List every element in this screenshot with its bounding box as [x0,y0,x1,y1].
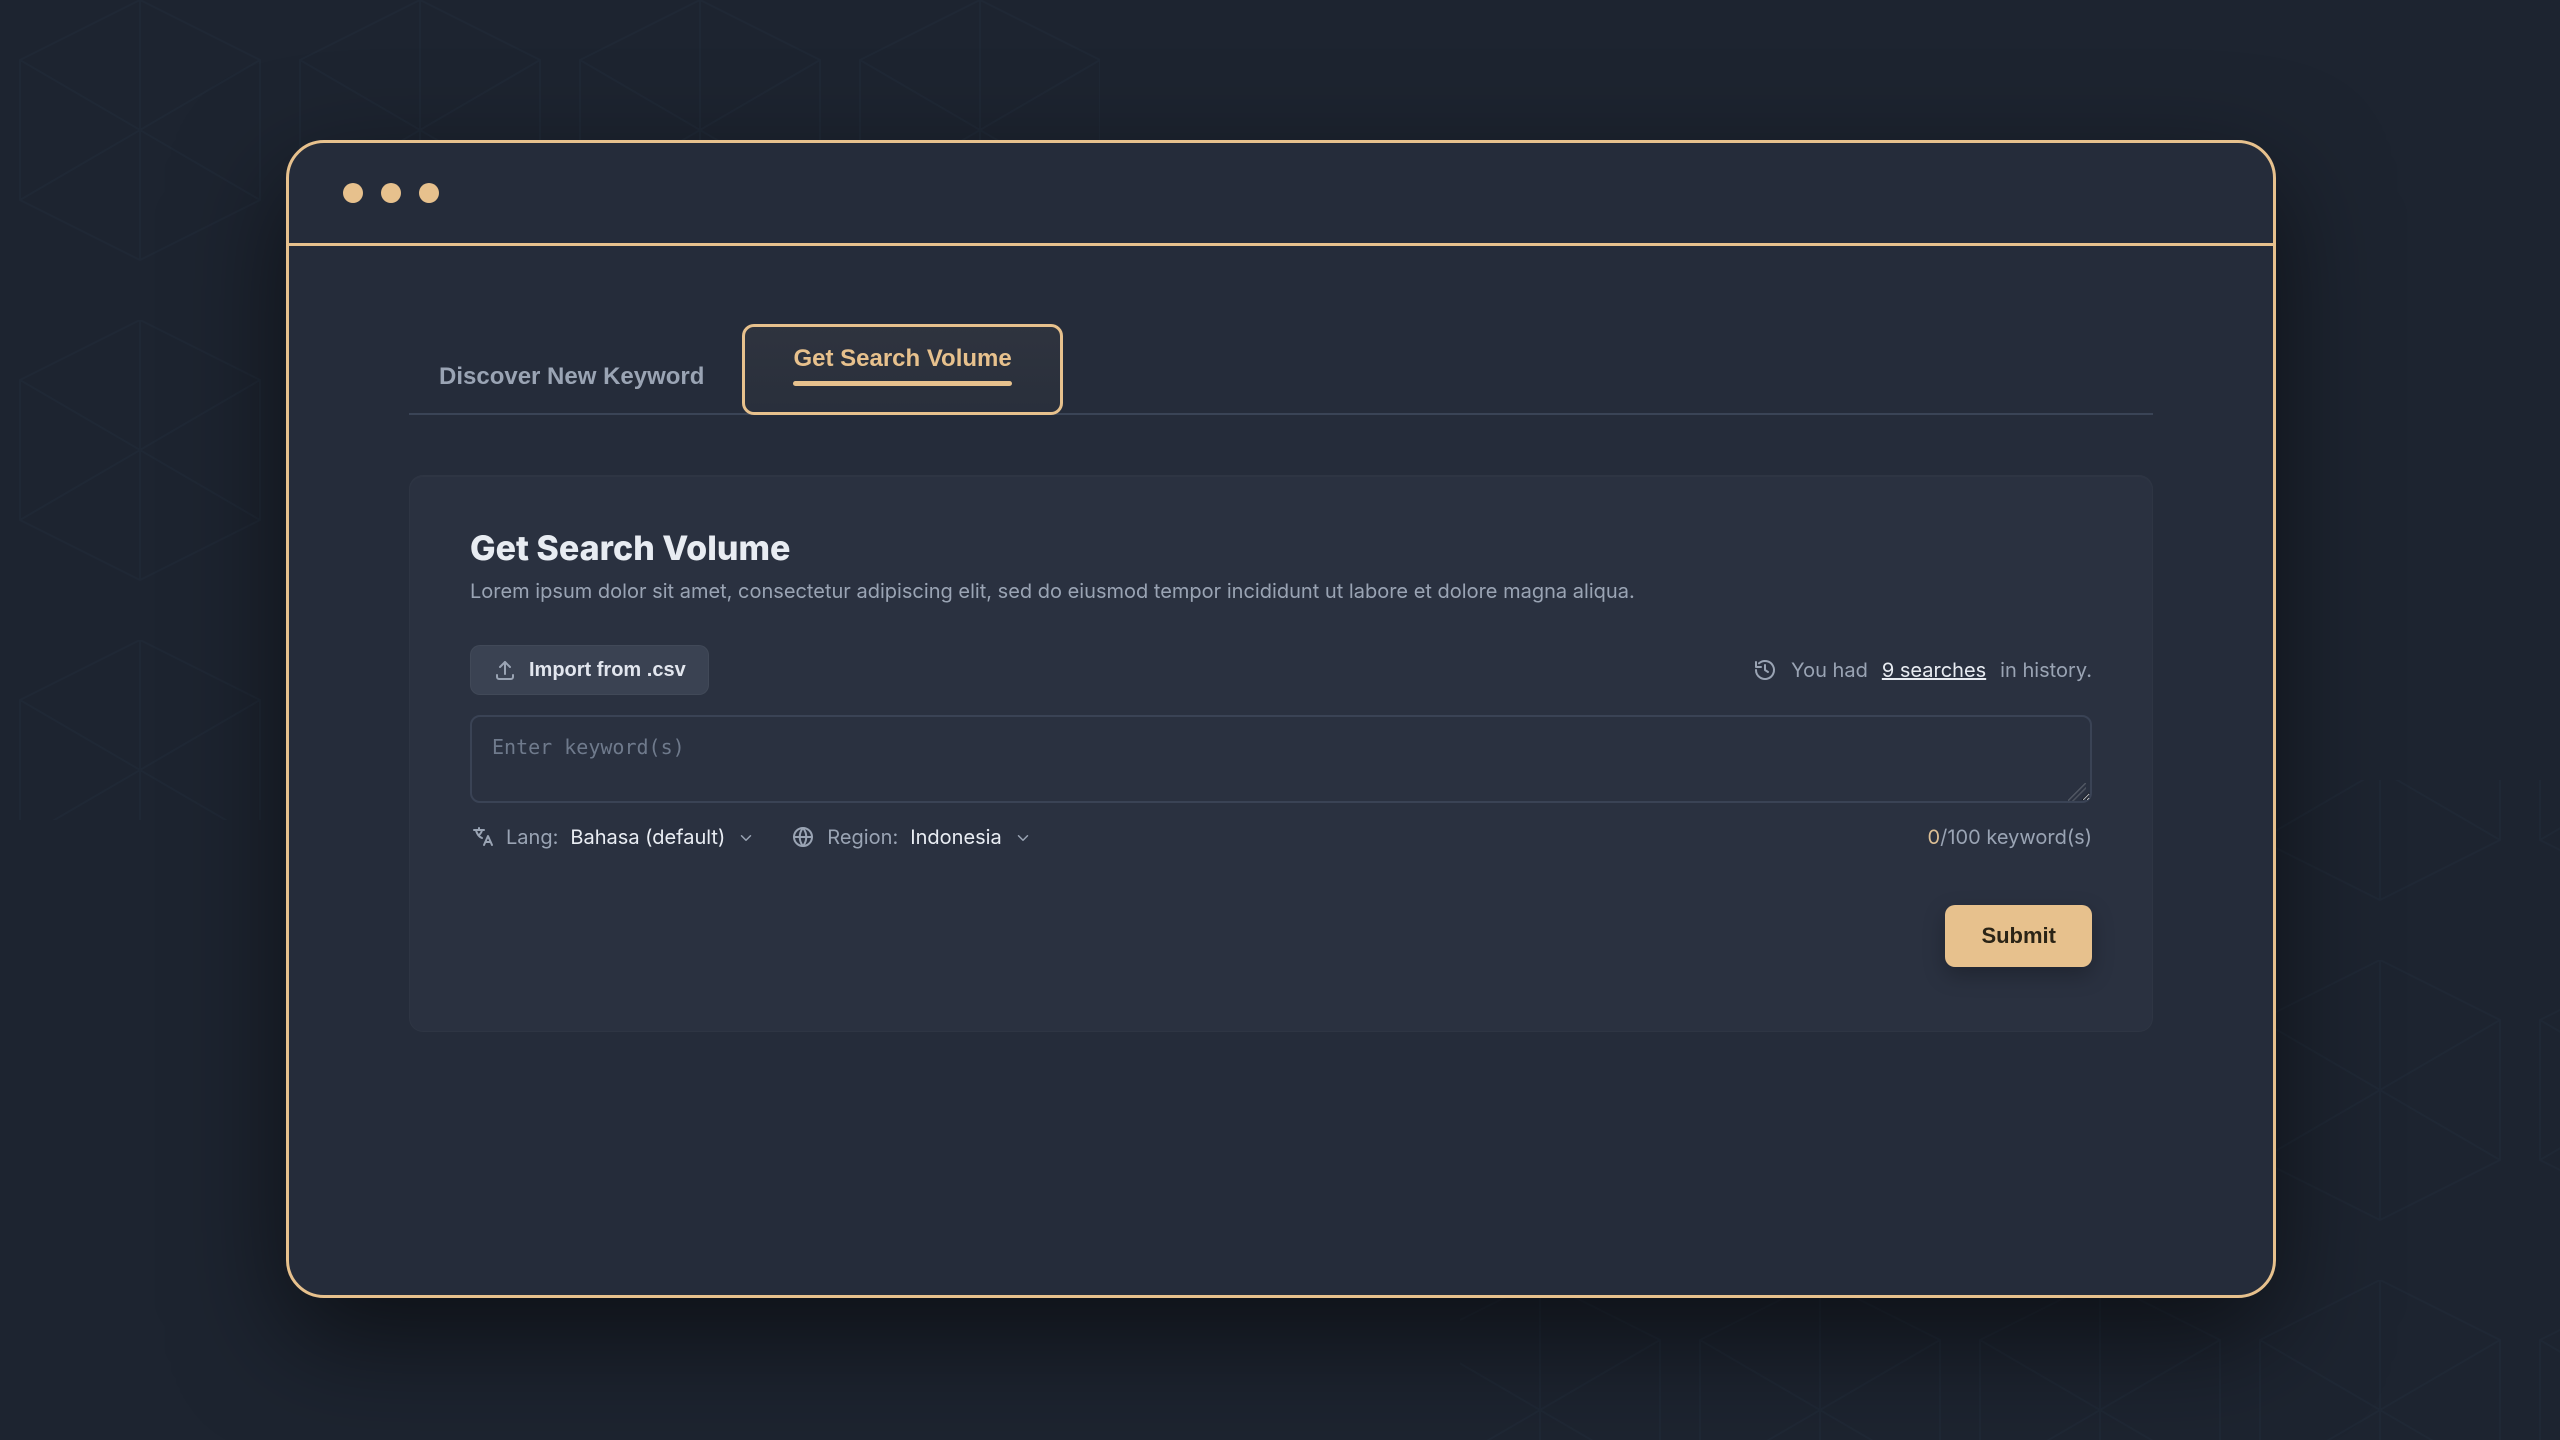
app-window: Discover New Keyword Get Search Volume G… [286,140,2276,1298]
card-title: Get Search Volume [470,528,2092,569]
keyword-counter-total: /100 keyword(s) [1940,825,2092,849]
history-info: You had 9 searches in history. [1753,658,2092,682]
keywords-input[interactable] [470,715,2092,803]
tab-active-label: Get Search Volume [793,345,1011,372]
keyword-counter-current: 0 [1928,825,1941,849]
history-link[interactable]: 9 searches [1882,658,1986,682]
tab-active-glow: Get Search Volume [742,324,1062,415]
below-row: Lang: Bahasa (default) [470,825,2092,849]
selectors: Lang: Bahasa (default) [470,825,1032,849]
titlebar [289,143,2273,246]
card-top-row: Import from .csv You had 9 searches [470,645,2092,695]
submit-button[interactable]: Submit [1945,905,2092,967]
tab-get-search-volume[interactable]: Get Search Volume [742,324,1062,415]
upload-icon [493,658,517,682]
chevron-down-icon [737,828,755,846]
submit-row: Submit [470,905,2092,967]
traffic-lights [343,183,439,203]
tab-active-underline [793,381,1011,386]
language-selector[interactable]: Lang: Bahasa (default) [470,825,755,849]
history-icon [1753,658,1777,682]
textarea-wrap [470,715,2092,807]
language-label: Lang: [506,825,558,849]
keyword-counter: 0/100 keyword(s) [1928,825,2092,849]
tab-discover-new-keyword[interactable]: Discover New Keyword [409,341,734,413]
region-value: Indonesia [910,825,1002,849]
chevron-down-icon [1014,828,1032,846]
import-csv-button[interactable]: Import from .csv [470,645,709,695]
card-description: Lorem ipsum dolor sit amet, consectetur … [470,579,2092,603]
import-csv-label: Import from .csv [529,659,686,682]
traffic-dot-red-icon [343,183,363,203]
content-area: Discover New Keyword Get Search Volume G… [289,246,2273,1072]
tabs: Discover New Keyword Get Search Volume [409,310,2153,415]
region-selector[interactable]: Region: Indonesia [791,825,1031,849]
globe-icon [791,825,815,849]
history-prefix: You had [1791,658,1868,682]
traffic-dot-green-icon [419,183,439,203]
search-volume-card: Get Search Volume Lorem ipsum dolor sit … [409,475,2153,1032]
region-label: Region: [827,825,898,849]
language-value: Bahasa (default) [570,825,725,849]
history-suffix: in history. [2000,658,2092,682]
language-icon [470,825,494,849]
traffic-dot-yellow-icon [381,183,401,203]
